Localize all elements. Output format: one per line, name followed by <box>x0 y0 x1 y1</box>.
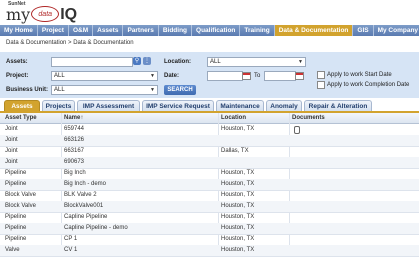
asset-name-cell[interactable]: 690673 <box>64 157 84 168</box>
chevron-down-icon: ▼ <box>150 73 155 79</box>
assets-input[interactable] <box>51 57 133 67</box>
location-select[interactable]: ALL ▼ <box>207 57 306 67</box>
apply-start-checkbox[interactable] <box>317 71 325 79</box>
breadcrumb: Data & Documentation > Data & Documentat… <box>6 40 134 46</box>
business-unit-select-value: ALL <box>54 87 65 93</box>
logo-iq: IQ <box>60 6 78 23</box>
project-select[interactable]: ALL ▼ <box>51 71 158 81</box>
asset-name-cell[interactable]: Big Inch - demo <box>64 179 106 190</box>
business-unit-label: Business Unit: <box>6 87 49 93</box>
column-name[interactable]: Name↑ <box>64 113 83 123</box>
assets-label: Assets: <box>6 59 28 65</box>
date-label: Date: <box>164 73 180 79</box>
nav-data-documentation[interactable]: Data & Documentation <box>274 25 354 36</box>
date-to-input[interactable] <box>264 71 296 81</box>
asset-name-cell[interactable]: BlockValve001 <box>64 201 103 212</box>
asset-type-cell: Pipeline <box>5 225 27 231</box>
tab-projects[interactable]: Projects <box>42 100 75 111</box>
nav-gis[interactable]: GIS <box>353 25 374 36</box>
project-label: Project: <box>6 73 29 79</box>
nav-my-home[interactable]: My Home <box>0 25 38 36</box>
asset-name-cell[interactable]: 663126 <box>64 135 84 146</box>
nav-training[interactable]: Training <box>240 25 275 36</box>
apply-completion-checkbox[interactable] <box>317 81 325 89</box>
asset-name-cell[interactable]: Big Inch <box>64 168 86 179</box>
asset-location-cell: Houston, TX <box>221 126 255 132</box>
tab-imp-assessment[interactable]: IMP Assessment <box>77 100 140 111</box>
column-asset-type[interactable]: Asset Type <box>5 113 37 123</box>
apply-completion-label: Apply to work Completion Date <box>327 82 410 88</box>
location-label: Location: <box>164 59 191 65</box>
paperclip-icon[interactable] <box>294 126 300 134</box>
column-location[interactable]: Location <box>221 113 246 123</box>
tab-bar: Assets Projects IMP Assessment IMP Servi… <box>0 100 419 113</box>
table-row[interactable]: Valve CV 1 Houston, TX <box>0 245 419 257</box>
asset-name-cell[interactable]: Capline Pipeline <box>64 212 107 223</box>
asset-location-cell: Houston, TX <box>221 192 255 198</box>
calendar-icon[interactable] <box>295 72 304 80</box>
asset-location-cell: Houston, TX <box>221 225 255 231</box>
asset-location-cell: Houston, TX <box>221 236 255 242</box>
nav-bidding[interactable]: Bidding <box>159 25 193 36</box>
asset-type-cell: Block Valve <box>5 192 36 198</box>
tab-repair-alteration[interactable]: Repair & Alteration <box>304 100 372 111</box>
asset-type-cell: Block Valve <box>5 203 36 209</box>
tab-anomaly[interactable]: Anomaly <box>266 100 302 111</box>
location-select-value: ALL <box>210 59 221 65</box>
nav-om[interactable]: O&M <box>69 25 94 36</box>
nav-my-company[interactable]: My Company <box>374 25 419 36</box>
asset-type-cell: Pipeline <box>5 236 27 242</box>
chevron-down-icon: ▼ <box>298 59 303 65</box>
column-documents[interactable]: Documents <box>292 113 325 123</box>
asset-name-cell[interactable]: 659744 <box>64 124 84 135</box>
app-logo[interactable]: my data IQ <box>6 5 77 23</box>
tab-imp-service-request[interactable]: IMP Service Request <box>142 100 214 111</box>
asset-name-cell[interactable]: Capline Pipeline - demo <box>64 223 128 234</box>
nav-partners[interactable]: Partners <box>123 25 159 36</box>
tab-maintenance[interactable]: Maintenance <box>216 100 264 111</box>
asset-location-cell: Houston, TX <box>221 170 255 176</box>
nav-qualification[interactable]: Qualification <box>192 25 241 36</box>
nav-assets[interactable]: Assets <box>93 25 124 36</box>
date-to-label: To <box>254 73 261 79</box>
asset-type-cell: Pipeline <box>5 181 27 187</box>
asset-type-cell: Joint <box>5 137 18 143</box>
asset-location-cell: Dallas, TX <box>221 148 249 154</box>
asset-location-cell: Houston, TX <box>221 203 255 209</box>
asset-name-cell[interactable]: 663167 <box>64 146 84 157</box>
asset-location-cell: Houston, TX <box>221 214 255 220</box>
search-icon[interactable]: ⚲ <box>133 57 141 65</box>
date-from-input[interactable] <box>207 71 243 81</box>
table-header: Asset Type Name↑ Location Documents <box>0 113 419 124</box>
asset-name-cell[interactable]: BLK Valve 2 <box>64 190 97 201</box>
asset-type-cell: Joint <box>5 126 18 132</box>
logo-mark: data <box>31 6 60 22</box>
chevron-down-icon: ▼ <box>150 87 155 93</box>
tab-assets[interactable]: Assets <box>4 100 40 111</box>
search-button[interactable]: SEARCH <box>164 85 196 95</box>
calendar-icon[interactable] <box>242 72 251 80</box>
project-select-value: ALL <box>54 73 65 79</box>
asset-location-cell: Houston, TX <box>221 181 255 187</box>
logo-my: my <box>6 5 31 24</box>
asset-type-cell: Joint <box>5 159 18 165</box>
main-nav: My Home Project O&M Assets Partners Bidd… <box>0 25 419 36</box>
apply-start-label: Apply to work Start Date <box>327 72 392 78</box>
nav-project[interactable]: Project <box>38 25 69 36</box>
asset-type-cell: Joint <box>5 148 18 154</box>
asset-type-cell: Pipeline <box>5 170 27 176</box>
business-unit-select[interactable]: ALL ▼ <box>51 85 158 95</box>
lookup-icon[interactable]: ⋮ <box>143 57 151 65</box>
asset-name-cell[interactable]: CP 1 <box>64 234 77 245</box>
asset-type-cell: Pipeline <box>5 214 27 220</box>
